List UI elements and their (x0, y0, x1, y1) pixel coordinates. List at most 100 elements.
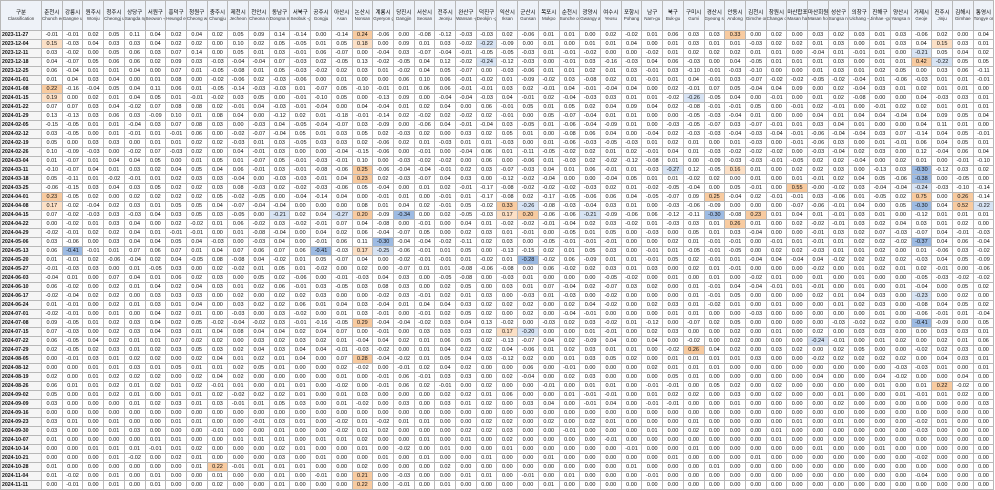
table-cell: 0.00 (951, 417, 974, 427)
table-cell: -0.01 (558, 426, 581, 436)
table-row: 2024-05-27 -0.01 -0.03 0.03 0.00 0.01 -0.05 0.0… (0, 264, 995, 274)
table-cell: -0.01 (434, 255, 457, 265)
column-header: 김천시 Gimche on (744, 0, 767, 31)
table-cell: 0.01 (475, 453, 498, 463)
table-cell: -0.05 (61, 345, 84, 355)
table-cell: 0.02 (310, 336, 332, 346)
table-cell: -0.02 (889, 372, 912, 382)
table-cell: 0.00 (744, 399, 767, 409)
table-cell: 0.01 (951, 309, 974, 319)
column-header: 마산회원구Masan hoewon (807, 0, 829, 31)
table-cell: 0.16 (724, 165, 746, 175)
table-cell: 0.00 (703, 426, 726, 436)
table-cell: 0.00 (951, 318, 974, 328)
table-cell: -0.02 (206, 318, 229, 328)
table-cell: 0.00 (827, 363, 850, 373)
table-cell: 0.00 (620, 471, 643, 481)
table-cell: 0.00 (289, 372, 312, 382)
row-date: 2024-10-14 (0, 444, 42, 454)
table-cell: 0.01 (165, 390, 187, 400)
row-date: 2024-05-13 (0, 246, 42, 256)
table-cell: 0.01 (185, 363, 208, 373)
table-cell: -0.03 (206, 57, 229, 67)
table-cell: 0.03 (848, 210, 871, 220)
table-cell: 0.01 (620, 75, 643, 85)
table-cell: 0.02 (517, 84, 539, 94)
table-cell: -0.03 (807, 246, 829, 256)
table-cell: 0.00 (558, 480, 581, 490)
table-cell: -0.07 (413, 174, 436, 184)
table-cell: 0.01 (620, 93, 643, 103)
row-date: 2024-08-19 (0, 372, 42, 382)
table-cell: -0.01 (372, 381, 394, 391)
table-cell: 0.01 (765, 57, 788, 67)
table-row: 2024-09-30 0.03 0.00 0.00 0.01 0.03 0.00 0.00 0.… (0, 426, 995, 436)
table-cell: 0.04 (951, 372, 974, 382)
table-cell: -0.04 (227, 174, 250, 184)
table-cell: -0.02 (599, 291, 622, 301)
table-cell: -0.04 (848, 129, 871, 139)
table-cell: 0.01 (227, 354, 250, 364)
table-cell: -0.02 (517, 183, 539, 193)
table-cell: 0.10 (41, 147, 63, 157)
table-cell: 0.03 (434, 39, 457, 49)
table-cell: -0.04 (248, 201, 270, 211)
table-cell: 0.01 (82, 120, 105, 130)
column-header-en: Wonju (86, 16, 100, 21)
table-cell: -0.15 (41, 120, 63, 130)
table-cell: 0.05 (351, 129, 374, 139)
table-cell: 0.01 (848, 192, 871, 202)
table-cell: 0.00 (889, 300, 912, 310)
table-cell: 0.02 (248, 39, 270, 49)
table-cell: 0.01 (248, 399, 270, 409)
table-cell: -0.04 (61, 291, 84, 301)
table-cell: -0.12 (910, 210, 933, 220)
table-cell: 0.02 (475, 417, 498, 427)
table-cell: 0.00 (889, 381, 912, 391)
table-cell: -0.01 (599, 327, 622, 337)
table-cell: 0.06 (558, 255, 581, 265)
table-cell: -0.04 (558, 219, 581, 229)
table-cell: 0.00 (310, 309, 332, 319)
column-header: 계룡시 Gyeryon g (372, 0, 394, 31)
table-cell: 0.01 (807, 66, 829, 76)
table-cell: 0.02 (289, 327, 312, 337)
table-cell: 0.05 (537, 111, 560, 121)
column-header: 창원시Changw on (765, 0, 788, 31)
table-cell: 0.00 (972, 480, 995, 490)
table-cell: 0.00 (185, 264, 208, 274)
table-cell: 0.07 (869, 228, 891, 238)
table-cell: 0.00 (227, 426, 250, 436)
table-cell: -0.03 (392, 156, 415, 166)
table-cell: 0.02 (475, 309, 498, 319)
table-cell: -0.01 (703, 282, 726, 292)
table-cell: 0.01 (82, 156, 105, 166)
row-date: 2024-09-02 (0, 390, 42, 400)
table-cell: -0.24 (807, 336, 829, 346)
table-cell: 0.00 (807, 390, 829, 400)
table-cell: 0.00 (475, 246, 498, 256)
table-cell: 0.02 (206, 336, 229, 346)
table-cell: 0.03 (227, 300, 250, 310)
table-cell: 0.02 (123, 192, 146, 202)
column-header: 목포시 Mokpo (537, 0, 560, 31)
table-cell: 0.00 (537, 273, 560, 283)
table-cell: 0.00 (599, 453, 622, 463)
table-cell: 0.00 (744, 480, 767, 490)
table-cell: 0.00 (413, 444, 436, 454)
table-cell: 0.01 (951, 120, 974, 130)
table-cell: 0.02 (475, 426, 498, 436)
table-cell: 0.01 (496, 228, 519, 238)
table-cell: 0.00 (951, 264, 974, 274)
table-cell: 0.01 (82, 174, 105, 184)
table-cell: -0.02 (662, 93, 684, 103)
table-cell: 0.04 (434, 120, 457, 130)
table-cell: -0.02 (351, 363, 374, 373)
table-cell: -0.02 (641, 183, 664, 193)
table-cell: 0.00 (289, 237, 312, 247)
table-cell: 0.01 (579, 381, 601, 391)
table-cell: 0.00 (620, 309, 643, 319)
table-cell: 0.00 (599, 480, 622, 490)
table-cell: -0.01 (310, 174, 332, 184)
table-cell: 0.15 (41, 39, 63, 49)
